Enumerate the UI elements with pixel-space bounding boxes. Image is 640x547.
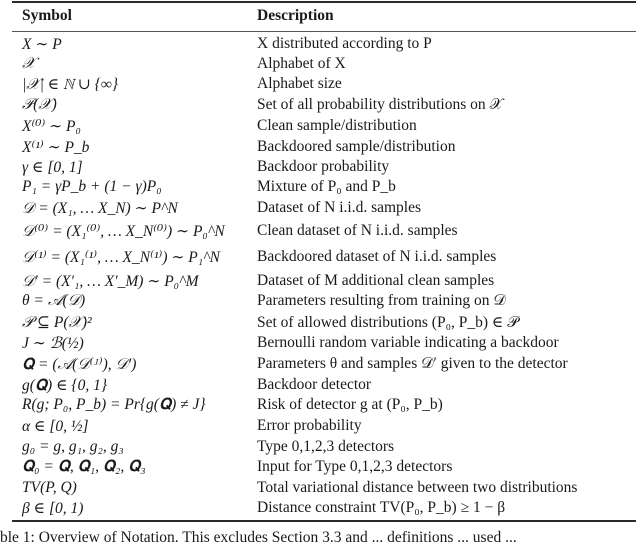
description-cell: Alphabet size [257,75,342,92]
symbol-cell: 𝒟 = (X₁, … X_N) ∼ P^N [22,200,178,217]
table-row: g(𝐐) ∈ {0, 1} Backdoor detector [0,376,640,396]
description-cell: Type 0,1,2,3 detectors [257,438,395,455]
description-cell: Backdoor probability [257,158,390,175]
symbol-cell: X⁽⁰⁾ ∼ P₀ [22,118,81,135]
table-top-rule [12,1,636,3]
description-cell: Backdoored sample/distribution [257,138,456,155]
table-row: β ∈ [0, 1) Distance constraint TV(P₀, P_b… [0,499,640,519]
description-cell: Clean dataset of N i.i.d. samples [257,222,458,239]
description-cell: Dataset of N i.i.d. samples [257,199,422,216]
description-cell: Set of all probability distributions on … [257,96,503,113]
description-cell: Parameters θ and samples 𝒟′ given to the… [257,355,568,372]
table-row: 𝒳 Alphabet of X [0,55,640,75]
symbol-cell: 𝒫(𝒳) [22,96,57,113]
table-header-rule [12,31,636,32]
column-header-description: Description [257,7,334,24]
symbol-cell: X⁽¹⁾ ∼ P_b [22,139,90,156]
table-row: P₁ = γP_b + (1 − γ)P₀ Mixture of P₀ and P… [0,178,640,198]
symbol-cell: 𝒟⁽¹⁾ = (X₁⁽¹⁾, … X_N⁽¹⁾) ∼ P₁^N [22,249,220,266]
description-cell: Distance constraint TV(P₀, P_b) ≥ 1 − β [257,499,506,516]
description-cell: Set of allowed distributions (P₀, P_b) ∈… [257,314,519,331]
table-caption: ble 1: Overview of Notation. This exclud… [0,529,517,546]
table-row: 𝒟⁽⁰⁾ = (X₁⁽⁰⁾, … X_N⁽⁰⁾) ∼ P₀^N Clean dat… [0,222,640,242]
symbol-cell: α ∈ [0, ½] [22,418,89,435]
symbol-cell: J ∼ ℬ(½) [22,335,84,352]
symbol-cell: 𝒟⁽⁰⁾ = (X₁⁽⁰⁾, … X_N⁽⁰⁾) ∼ P₀^N [22,223,225,240]
table-row: X⁽⁰⁾ ∼ P₀ Clean sample/distribution [0,117,640,137]
description-cell: Alphabet of X [257,55,346,72]
description-cell: Input for Type 0,1,2,3 detectors [257,458,453,475]
table-row: R(g; P₀, P_b) = Pr{g(𝐐) ≠ J} Risk of dete… [0,396,640,416]
symbol-cell: γ ∈ [0, 1] [22,159,83,176]
table-row: 𝒫 ⊆ P(𝒳)² Set of allowed distributions (P… [0,313,640,333]
symbol-cell: 𝐐₀ = 𝐐, 𝐐₁, 𝐐₂, 𝐐₃ [22,458,146,475]
description-cell: Mixture of P₀ and P_b [257,178,396,195]
table-row: 𝒫(𝒳) Set of all probability distributions… [0,96,640,116]
symbol-cell: 𝒟′ = (X′₁, … X′_M) ∼ P₀^M [22,273,199,290]
table-row: 𝒟 = (X₁, … X_N) ∼ P^N Dataset of N i.i.d.… [0,199,640,219]
description-cell: Dataset of M additional clean samples [257,272,495,289]
symbol-cell: 𝒳 [22,55,36,72]
table-row: X ∼ P X distributed according to P [0,35,640,55]
symbol-cell: g₀ = g, g₁, g₂, g₃ [22,438,124,455]
symbol-cell: β ∈ [0, 1) [22,500,84,517]
symbol-cell: TV(P, Q) [22,479,77,496]
description-cell: Clean sample/distribution [257,117,417,134]
table-row: 𝐐 = (𝒜(𝒟⁽ᴶ⁾), 𝒟′) Parameters θ and sample… [0,355,640,375]
description-cell: Backdoored dataset of N i.i.d. samples [257,248,497,265]
description-cell: Total variational distance between two d… [257,479,578,496]
table-row: 𝒟′ = (X′₁, … X′_M) ∼ P₀^M Dataset of M ad… [0,272,640,292]
table-row: θ = 𝒜(𝒟) Parameters resulting from traini… [0,292,640,312]
description-cell: Backdoor detector [257,376,372,393]
description-cell: Bernoulli random variable indicating a b… [257,334,559,351]
table-row: γ ∈ [0, 1] Backdoor probability [0,158,640,178]
table-bottom-rule [12,520,636,522]
description-cell: X distributed according to P [257,35,432,52]
symbol-cell: R(g; P₀, P_b) = Pr{g(𝐐) ≠ J} [22,396,206,413]
symbol-cell: X ∼ P [22,36,62,53]
table-row: TV(P, Q) Total variational distance betwe… [0,479,640,499]
symbol-cell: 𝐐 = (𝒜(𝒟⁽ᴶ⁾), 𝒟′) [22,356,137,373]
description-cell: Error probability [257,417,362,434]
table-row: α ∈ [0, ½] Error probability [0,417,640,437]
table-row: 𝐐₀ = 𝐐, 𝐐₁, 𝐐₂, 𝐐₃ Input for Type 0,1,2,3… [0,458,640,478]
table-row: |𝒳| ∈ ℕ ∪ {∞} Alphabet size [0,75,640,95]
description-cell: Risk of detector g at (P₀, P_b) [257,396,443,413]
symbol-cell: 𝒫 ⊆ P(𝒳)² [22,314,92,331]
symbol-cell: P₁ = γP_b + (1 − γ)P₀ [22,178,162,195]
description-cell: Parameters resulting from training on 𝒟 [257,292,506,309]
table-row: J ∼ ℬ(½) Bernoulli random variable indica… [0,334,640,354]
column-header-symbol: Symbol [22,7,72,24]
symbol-cell: |𝒳| ∈ ℕ ∪ {∞} [22,76,119,93]
symbol-cell: g(𝐐) ∈ {0, 1} [22,377,108,394]
table-row: 𝒟⁽¹⁾ = (X₁⁽¹⁾, … X_N⁽¹⁾) ∼ P₁^N Backdoore… [0,248,640,268]
symbol-cell: θ = 𝒜(𝒟) [22,292,86,309]
table-row: X⁽¹⁾ ∼ P_b Backdoored sample/distribution [0,138,640,158]
table-row: g₀ = g, g₁, g₂, g₃ Type 0,1,2,3 detectors [0,438,640,458]
